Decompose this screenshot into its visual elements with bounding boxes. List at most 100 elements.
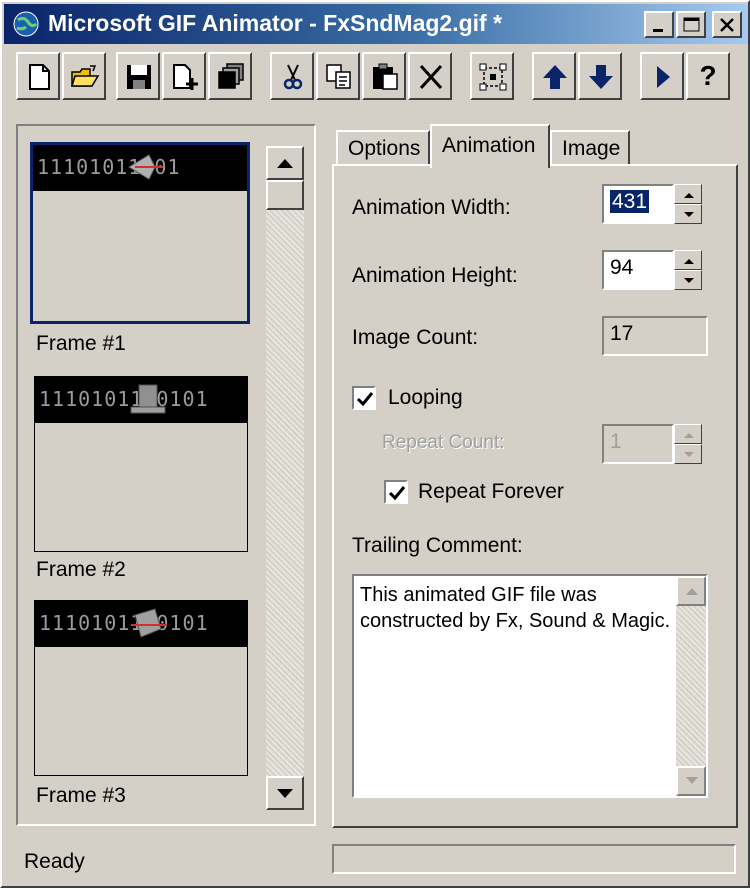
tab-animation-label: Animation bbox=[442, 134, 536, 157]
spin-up-icon bbox=[684, 433, 694, 438]
looping-checkbox[interactable] bbox=[352, 386, 376, 410]
play-triangle-icon bbox=[657, 66, 670, 88]
minimize-icon bbox=[653, 29, 663, 32]
animation-height-label: Animation Height: bbox=[352, 264, 518, 287]
paste-clipboard-icon bbox=[373, 63, 398, 90]
frame-label-3: Frame #3 bbox=[36, 784, 126, 807]
save-as-button[interactable] bbox=[208, 52, 252, 100]
arrow-down-icon bbox=[589, 65, 613, 89]
trailing-comment-text[interactable]: This animated GIF file was constructed b… bbox=[360, 582, 672, 634]
tab-image-label: Image bbox=[562, 137, 621, 160]
paste-button[interactable] bbox=[362, 52, 406, 100]
repeat-count-value: 1 bbox=[610, 430, 622, 453]
app-globe-icon[interactable] bbox=[12, 10, 40, 38]
help-button[interactable]: ? bbox=[686, 52, 730, 100]
top-hat-icon bbox=[130, 384, 166, 414]
maximize-button[interactable] bbox=[676, 11, 706, 38]
cut-button[interactable] bbox=[270, 52, 314, 100]
insert-button[interactable] bbox=[162, 52, 206, 100]
spin-up-button[interactable] bbox=[674, 184, 702, 204]
copy-button[interactable] bbox=[316, 52, 360, 100]
scroll-thumb[interactable] bbox=[266, 180, 304, 210]
app-window: Microsoft GIF Animator - FxSndMag2.gif * bbox=[0, 0, 750, 888]
maximize-icon bbox=[683, 17, 700, 32]
image-count-value: 17 bbox=[610, 322, 634, 345]
trailing-comment-textarea[interactable]: This animated GIF file was constructed b… bbox=[352, 574, 708, 798]
minimize-button[interactable] bbox=[644, 11, 674, 38]
image-count-field: 17 bbox=[602, 316, 708, 356]
copy-icon bbox=[326, 64, 351, 89]
image-count-label: Image Count: bbox=[352, 326, 479, 349]
status-text: Ready bbox=[24, 850, 85, 873]
animation-width-input[interactable]: 431 bbox=[602, 184, 674, 224]
comment-scroll-up-button[interactable] bbox=[676, 576, 706, 606]
comment-scrollbar[interactable] bbox=[676, 576, 706, 796]
x-delete-icon bbox=[419, 64, 443, 90]
scroll-down-arrow-icon bbox=[277, 789, 293, 798]
spin-down-button[interactable] bbox=[674, 270, 702, 290]
spin-up-icon bbox=[684, 193, 694, 198]
animation-height-spinner[interactable] bbox=[674, 250, 702, 290]
tab-image[interactable]: Image bbox=[550, 130, 630, 166]
comment-scroll-down-button[interactable] bbox=[676, 766, 706, 796]
frame-strip-digits: 1110101110101 bbox=[39, 387, 209, 411]
title-bar[interactable]: Microsoft GIF Animator - FxSndMag2.gif * bbox=[4, 4, 748, 44]
help-question-icon: ? bbox=[699, 60, 717, 91]
repeat-forever-checkbox[interactable] bbox=[384, 480, 408, 504]
frame-strip: 11101011101 bbox=[33, 145, 247, 191]
animation-width-spinner[interactable] bbox=[674, 184, 702, 224]
status-panel bbox=[332, 844, 736, 874]
trailing-comment-label: Trailing Comment: bbox=[352, 534, 523, 557]
scroll-up-button[interactable] bbox=[266, 146, 304, 180]
preview-button[interactable] bbox=[640, 52, 684, 100]
scroll-up-arrow-icon bbox=[277, 159, 293, 168]
save-button[interactable] bbox=[116, 52, 160, 100]
checkmark-icon bbox=[388, 486, 406, 501]
frame-label-1: Frame #1 bbox=[36, 332, 126, 355]
spin-down-button[interactable] bbox=[674, 204, 702, 224]
frame-list-scrollbar[interactable] bbox=[266, 146, 304, 810]
animation-height-input[interactable]: 94 bbox=[602, 250, 674, 290]
scissors-icon bbox=[283, 64, 303, 90]
delete-button[interactable] bbox=[408, 52, 452, 100]
spin-down-icon bbox=[684, 452, 694, 457]
new-button[interactable] bbox=[16, 52, 60, 100]
frame-list-panel: 11101011101 Frame #1 1110101110101 Frame… bbox=[16, 124, 316, 826]
arrow-up-icon bbox=[543, 65, 567, 89]
close-button[interactable] bbox=[712, 11, 742, 38]
scroll-down-arrow-icon bbox=[686, 777, 698, 784]
new-document-icon bbox=[29, 64, 50, 90]
animation-width-value: 431 bbox=[610, 190, 650, 213]
tab-options[interactable]: Options bbox=[336, 130, 430, 166]
spinning-hat-icon bbox=[131, 608, 167, 638]
tab-options-label: Options bbox=[348, 137, 421, 160]
toolbar: ? bbox=[16, 52, 736, 106]
looping-label[interactable]: Looping bbox=[388, 386, 463, 410]
open-folder-icon bbox=[70, 65, 100, 87]
frame-thumbnail-1[interactable]: 11101011101 bbox=[30, 142, 250, 324]
repeat-count-spinner bbox=[674, 424, 702, 464]
tab-animation[interactable]: Animation bbox=[430, 124, 550, 168]
scroll-down-button[interactable] bbox=[266, 776, 304, 810]
spin-down-icon bbox=[684, 278, 694, 283]
move-up-button[interactable] bbox=[532, 52, 576, 100]
floppy-disk-icon bbox=[127, 65, 151, 89]
frame-strip: 1110101110101 bbox=[35, 377, 247, 423]
frame-thumbnail-2[interactable]: 1110101110101 bbox=[34, 376, 248, 552]
scroll-up-arrow-icon bbox=[686, 588, 698, 595]
repeat-count-input: 1 bbox=[602, 424, 674, 464]
spin-up-icon bbox=[684, 259, 694, 264]
spin-up-button bbox=[674, 424, 702, 444]
animation-width-label: Animation Width: bbox=[352, 196, 511, 219]
repeat-forever-label[interactable]: Repeat Forever bbox=[418, 480, 564, 504]
spin-down-icon bbox=[684, 212, 694, 217]
gramophone-horn-icon bbox=[128, 154, 163, 180]
repeat-count-label: Repeat Count: bbox=[382, 432, 505, 453]
frame-thumbnail-3[interactable]: 1110101110101 bbox=[34, 600, 248, 776]
spin-up-button[interactable] bbox=[674, 250, 702, 270]
frame-strip-digits: 1110101110101 bbox=[39, 611, 209, 635]
open-button[interactable] bbox=[62, 52, 106, 100]
move-down-button[interactable] bbox=[578, 52, 622, 100]
select-all-button[interactable] bbox=[470, 52, 514, 100]
frame-strip: 1110101110101 bbox=[35, 601, 247, 647]
